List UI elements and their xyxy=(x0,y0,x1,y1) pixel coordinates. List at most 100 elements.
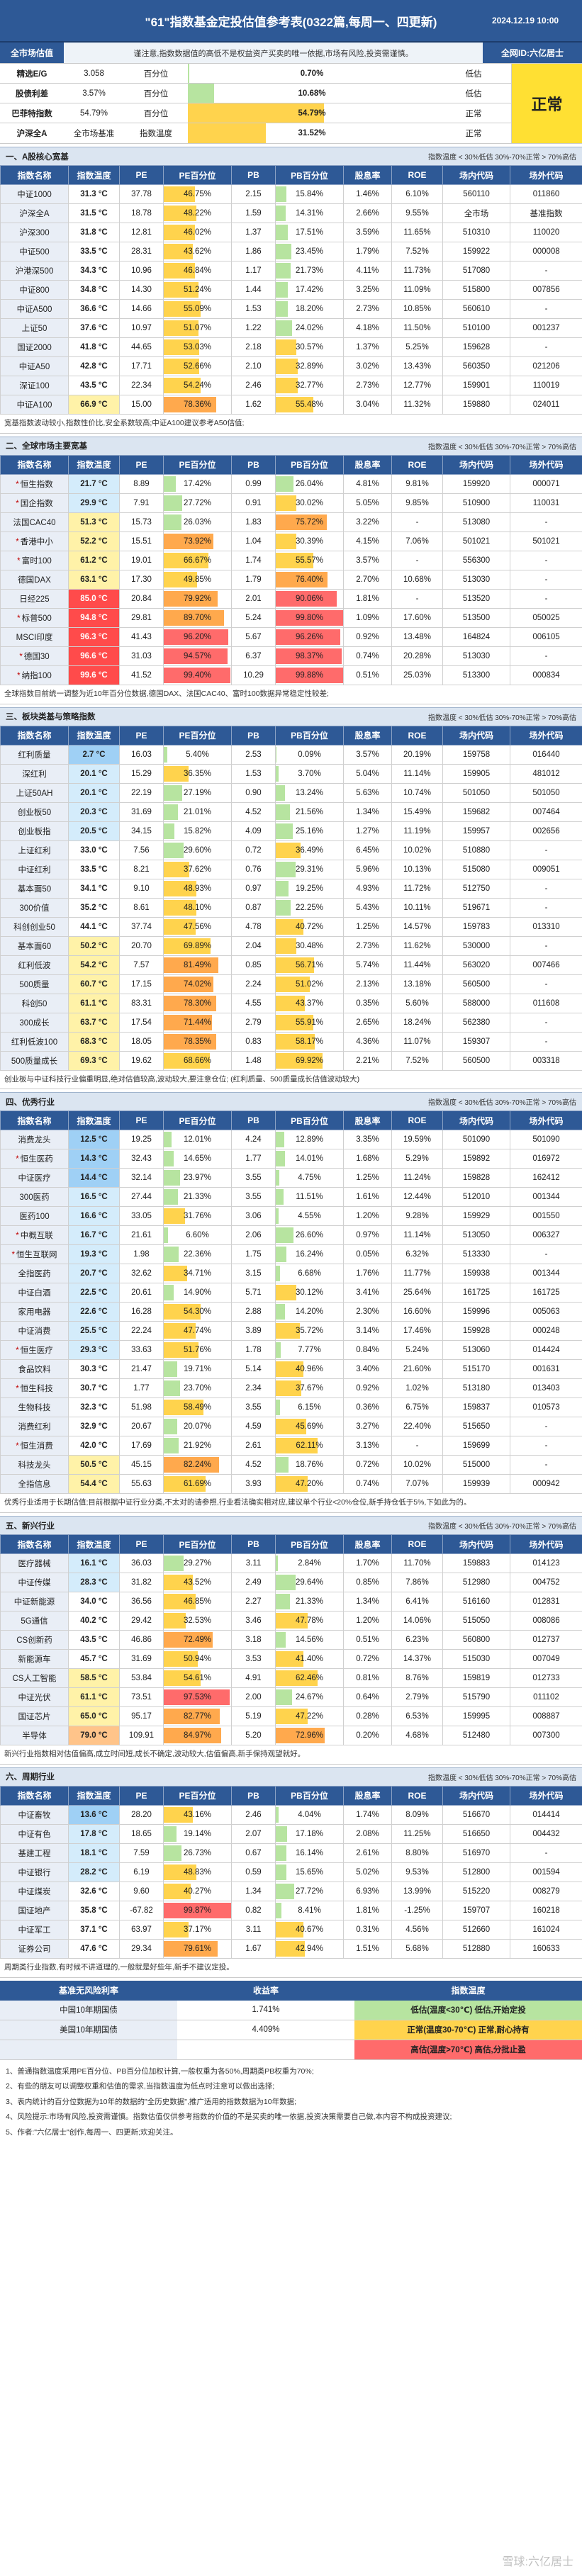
index-name[interactable]: 上证50AH xyxy=(0,782,69,803)
index-name[interactable]: * 标普500 xyxy=(0,607,69,628)
index-row[interactable]: 中证有色 17.8 °C 18.65 19.14% 2.07 17.18% 2.08% 11.… xyxy=(0,1823,582,1844)
index-row[interactable]: 红利低波 54.2 °C 7.57 81.49% 0.85 56.71% 5.74% 11.4… xyxy=(0,955,582,975)
index-name[interactable]: 国证地产 xyxy=(0,1900,69,1920)
index-name[interactable]: 中证消费 xyxy=(0,1321,69,1342)
index-name[interactable]: 红利低波100 xyxy=(0,1031,69,1052)
index-name[interactable]: 深红利 xyxy=(0,763,69,784)
index-row[interactable]: * 德国30 96.6 °C 31.03 94.57% 6.37 98.37% 0.74% 20… xyxy=(0,646,582,666)
index-row[interactable]: 消费红利 32.9 °C 20.67 20.07% 4.59 45.69% 3.27% 22.… xyxy=(0,1417,582,1437)
index-name[interactable]: 5G通信 xyxy=(0,1611,69,1631)
index-row[interactable]: 中证煤炭 32.6 °C 9.60 40.27% 1.34 27.72% 6.93% 13.9… xyxy=(0,1881,582,1901)
index-row[interactable]: 300医药 16.5 °C 27.44 21.33% 3.55 11.51% 1.61% 12… xyxy=(0,1187,582,1208)
index-row[interactable]: 沪深全A 31.5 °C 18.78 48.22% 1.59 14.31% 2.66% 9.5… xyxy=(0,203,582,223)
index-row[interactable]: 中证新能源 34.0 °C 36.56 46.85% 2.27 21.33% 1.34% 6.… xyxy=(0,1592,582,1612)
index-row[interactable]: 上证红利 33.0 °C 7.56 29.60% 0.72 36.49% 6.45% 10.0… xyxy=(0,840,582,860)
index-name[interactable]: 科技龙头 xyxy=(0,1455,69,1475)
index-name[interactable]: 中证畜牧 xyxy=(0,1804,69,1825)
index-row[interactable]: 基本面50 34.1 °C 9.10 48.93% 0.97 19.25% 4.93% 11.… xyxy=(0,878,582,899)
index-row[interactable]: 沪深300 31.8 °C 12.81 46.02% 1.37 17.51% 3.59% 11… xyxy=(0,223,582,242)
index-name[interactable]: 深证100 xyxy=(0,376,69,395)
index-row[interactable]: * 中概互联 16.7 °C 21.61 6.60% 2.06 26.60% 0.97% 11.… xyxy=(0,1225,582,1246)
index-name[interactable]: 医疗器械 xyxy=(0,1553,69,1573)
index-name[interactable]: 红利质量 xyxy=(0,744,69,765)
index-name[interactable]: 证券公司 xyxy=(0,1938,69,1959)
index-row[interactable]: 中证消费 25.5 °C 22.24 47.74% 3.89 35.72% 3.14% 17.… xyxy=(0,1321,582,1342)
index-row[interactable]: 医药100 16.6 °C 33.05 31.76% 3.06 4.55% 1.20% 9.2… xyxy=(0,1206,582,1227)
index-row[interactable]: 证券公司 47.6 °C 29.34 79.61% 1.67 42.94% 1.51% 5.6… xyxy=(0,1938,582,1959)
index-row[interactable]: 上证50AH 20.1 °C 22.19 27.19% 0.90 13.24% 5.63% 1… xyxy=(0,782,582,803)
index-name[interactable]: 医药100 xyxy=(0,1206,69,1227)
index-row[interactable]: 中证银行 28.2 °C 6.19 48.83% 0.59 15.65% 5.02% 9.53… xyxy=(0,1862,582,1882)
index-row[interactable]: 中证光伏 61.1 °C 73.51 97.53% 2.00 24.67% 0.64% 2.7… xyxy=(0,1687,582,1707)
index-name[interactable]: 中证军工 xyxy=(0,1919,69,1940)
index-name[interactable]: 中证白酒 xyxy=(0,1283,69,1303)
index-row[interactable]: 科创创业50 44.1 °C 37.74 47.56% 4.78 40.72% 1.25% 1… xyxy=(0,916,582,937)
index-row[interactable]: 生物科技 32.3 °C 51.98 58.49% 3.55 6.15% 0.36% 6.75… xyxy=(0,1397,582,1418)
index-name[interactable]: 科创创业50 xyxy=(0,916,69,937)
index-name[interactable]: 半导体 xyxy=(0,1726,69,1745)
index-name[interactable]: 中证传媒 xyxy=(0,1573,69,1592)
index-name[interactable]: 创业板50 xyxy=(0,802,69,822)
index-row[interactable]: * 恒生指数 21.7 °C 8.89 17.42% 0.99 26.04% 4.81% 9.8… xyxy=(0,473,582,494)
index-name[interactable]: 新能源车 xyxy=(0,1649,69,1669)
index-name[interactable]: 科创50 xyxy=(0,993,69,1013)
index-name[interactable]: 全指信息 xyxy=(0,1474,69,1495)
index-name[interactable]: 中证煤炭 xyxy=(0,1881,69,1901)
index-name[interactable]: 国证芯片 xyxy=(0,1706,69,1726)
index-name[interactable]: 中证A100 xyxy=(0,395,69,415)
index-row[interactable]: CS人工智能 58.5 °C 53.84 54.61% 4.91 62.46% 0.81% 8… xyxy=(0,1668,582,1688)
index-row[interactable]: 科创50 61.1 °C 83.31 78.30% 4.55 43.37% 0.35% 5.6… xyxy=(0,993,582,1013)
index-row[interactable]: * 恒生互联网 19.3 °C 1.98 22.36% 1.75 16.24% 0.05% 6.… xyxy=(0,1244,582,1265)
index-name[interactable]: CS人工智能 xyxy=(0,1668,69,1688)
index-row[interactable]: * 恒生消费 42.0 °C 17.69 21.92% 2.61 62.11% 3.13% -1… xyxy=(0,1436,582,1456)
index-row[interactable]: 半导体 79.0 °C 109.91 84.97% 5.20 72.96% 0.20% 4.6… xyxy=(0,1726,582,1745)
index-row[interactable]: 创业板50 20.3 °C 31.69 21.01% 4.52 21.56% 1.34% 15… xyxy=(0,802,582,822)
index-row[interactable]: * 恒生医药 14.3 °C 32.43 14.65% 1.77 14.01% 1.68% 5.… xyxy=(0,1149,582,1169)
index-name[interactable]: 消费龙头 xyxy=(0,1130,69,1150)
index-row[interactable]: 沪港深500 34.3 °C 10.96 46.84% 1.17 21.73% 4.11% 1… xyxy=(0,261,582,281)
index-name[interactable]: 上证50 xyxy=(0,318,69,338)
index-name[interactable]: * 中概互联 xyxy=(0,1225,69,1246)
index-name[interactable]: * 香港中小 xyxy=(0,531,69,551)
index-name[interactable]: * 纳指100 xyxy=(0,665,69,685)
index-name[interactable]: 300成长 xyxy=(0,1012,69,1033)
index-row[interactable]: 创业板指 20.5 °C 34.15 15.82% 4.09 25.16% 1.27% 11.… xyxy=(0,821,582,841)
index-name[interactable]: 中证光伏 xyxy=(0,1687,69,1707)
index-row[interactable]: 日经225 85.0 °C 20.84 79.92% 2.01 90.06% 1.81% -5… xyxy=(0,588,582,609)
index-name[interactable]: 沪港深500 xyxy=(0,261,69,281)
index-row[interactable]: 中证A500 36.6 °C 14.66 55.09% 1.53 18.20% 2.73% 1… xyxy=(0,299,582,319)
index-name[interactable]: * 恒生指数 xyxy=(0,473,69,494)
index-row[interactable]: 500质量成长 69.3 °C 19.62 68.66% 1.48 69.92% 2.21%… xyxy=(0,1050,582,1071)
index-row[interactable]: * 国企指数 29.9 °C 7.91 27.72% 0.91 30.02% 5.05% 9.8… xyxy=(0,493,582,513)
index-row[interactable]: 中证白酒 22.5 °C 20.61 14.90% 5.71 30.12% 3.41% 25.… xyxy=(0,1283,582,1303)
index-row[interactable]: 中证军工 37.1 °C 63.97 37.17% 3.11 40.67% 0.31% 4.5… xyxy=(0,1919,582,1940)
index-row[interactable]: 德国DAX 63.1 °C 17.30 49.85% 1.79 76.40% 2.70% 10… xyxy=(0,569,582,590)
index-row[interactable]: 中证医疗 14.4 °C 32.14 23.97% 3.55 4.75% 1.25% 11.2… xyxy=(0,1168,582,1188)
index-row[interactable]: 国证2000 41.8 °C 44.65 53.03% 2.18 30.57% 1.37% 5… xyxy=(0,337,582,357)
index-name[interactable]: 500质量成长 xyxy=(0,1050,69,1071)
index-row[interactable]: 全指医药 20.7 °C 32.62 34.71% 3.15 6.68% 1.76% 11.7… xyxy=(0,1264,582,1284)
index-row[interactable]: 300价值 35.2 °C 8.61 48.10% 0.87 22.25% 5.43% 10.… xyxy=(0,897,582,918)
index-row[interactable]: 中证1000 31.3 °C 37.78 46.75% 2.15 15.84% 1.46% 6… xyxy=(0,184,582,204)
index-name[interactable]: 中证银行 xyxy=(0,1862,69,1882)
index-name[interactable]: MSCI印度 xyxy=(0,626,69,647)
index-row[interactable]: * 恒生医疗 29.3 °C 33.63 51.76% 1.78 7.77% 0.84% 5.2… xyxy=(0,1340,582,1361)
index-name[interactable]: * 国企指数 xyxy=(0,493,69,513)
index-row[interactable]: 深红利 20.1 °C 15.29 36.35% 1.53 3.70% 5.04% 11.14… xyxy=(0,763,582,784)
index-name[interactable]: 中证500 xyxy=(0,242,69,261)
index-name[interactable]: 中证1000 xyxy=(0,184,69,204)
index-row[interactable]: 科技龙头 50.5 °C 45.15 82.24% 4.52 18.76% 0.72% 10.… xyxy=(0,1455,582,1475)
index-row[interactable]: * 恒生科技 30.7 °C 1.77 23.70% 2.34 37.67% 0.92% 1.0… xyxy=(0,1378,582,1399)
index-name[interactable]: 沪深300 xyxy=(0,223,69,242)
index-row[interactable]: 法国CAC40 51.3 °C 15.73 26.03% 1.83 75.72% 3.22%… xyxy=(0,512,582,532)
index-row[interactable]: 新能源车 45.7 °C 31.69 50.94% 3.53 41.40% 0.72% 14.… xyxy=(0,1649,582,1669)
index-name[interactable]: 国证2000 xyxy=(0,337,69,357)
index-name[interactable]: 300价值 xyxy=(0,897,69,918)
index-row[interactable]: 食品饮料 30.3 °C 21.47 19.71% 5.14 40.96% 3.40% 21.… xyxy=(0,1359,582,1380)
index-name[interactable]: * 恒生互联网 xyxy=(0,1244,69,1265)
index-row[interactable]: * 香港中小 52.2 °C 15.51 73.92% 1.04 30.39% 4.15% 7.… xyxy=(0,531,582,551)
index-row[interactable]: 中证800 34.8 °C 14.30 51.24% 1.44 17.42% 3.25% 11… xyxy=(0,280,582,300)
index-name[interactable]: 中证有色 xyxy=(0,1823,69,1844)
index-row[interactable]: 中证红利 33.5 °C 8.21 37.62% 0.76 29.31% 5.96% 10.1… xyxy=(0,859,582,879)
index-name[interactable]: 基本面60 xyxy=(0,935,69,956)
